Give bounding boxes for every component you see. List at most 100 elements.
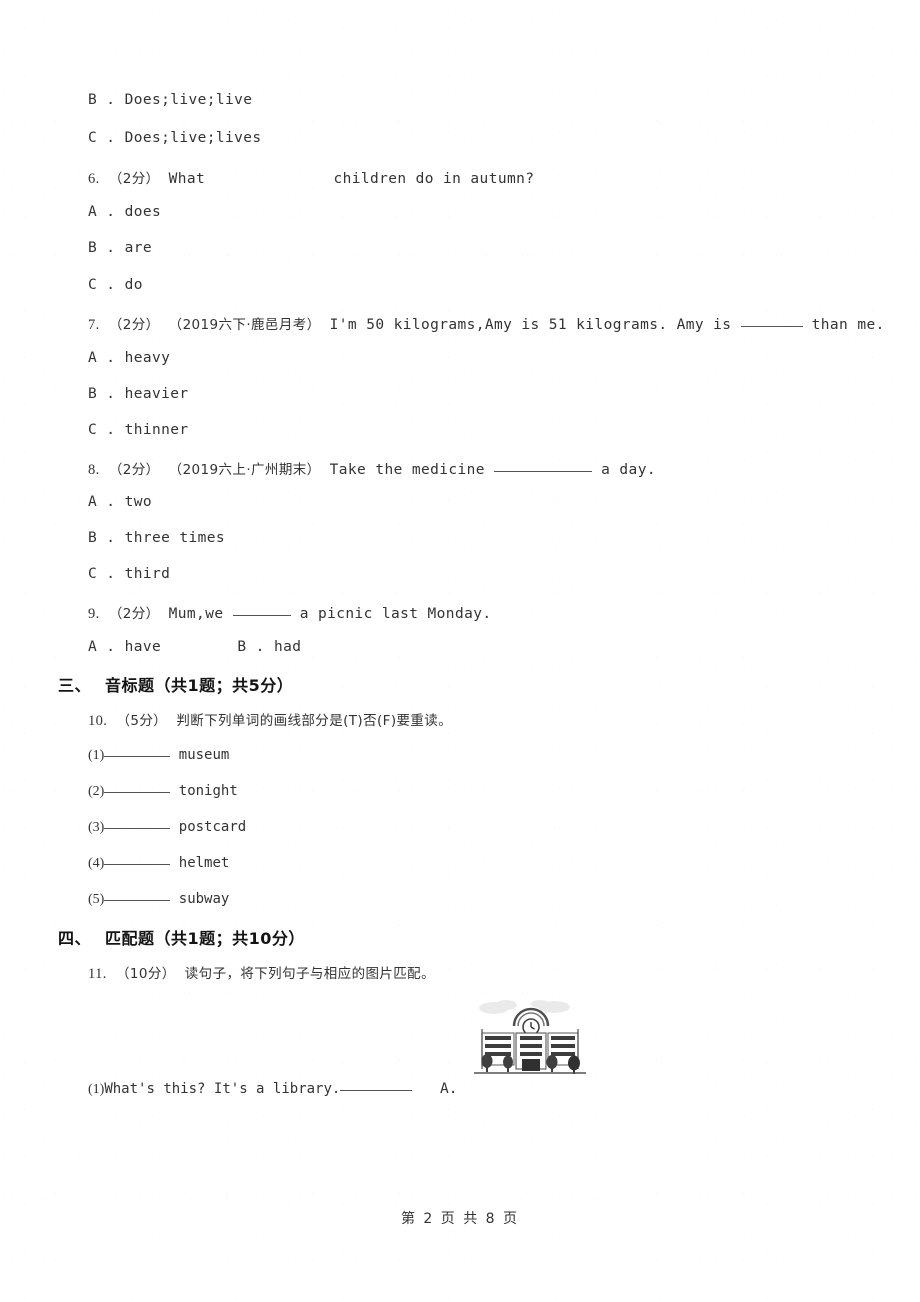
answer-blank xyxy=(740,326,803,327)
option-text: heavier xyxy=(124,386,189,402)
option-letter: C xyxy=(88,277,98,293)
page-footer: 第 2 页 共 8 页 xyxy=(400,1211,520,1227)
option-text: two xyxy=(124,494,152,510)
option-separator: . xyxy=(106,277,116,293)
list-item: (3) postcard xyxy=(88,819,246,836)
subitem-word: tonight xyxy=(178,783,238,799)
option-separator: . xyxy=(106,240,116,256)
question-text-before: Mum,we xyxy=(168,606,224,622)
section-index: 三、 xyxy=(58,676,92,695)
question-number: 11. xyxy=(88,966,107,982)
option-text: are xyxy=(124,240,152,256)
option-separator: . xyxy=(106,566,116,582)
subitem-index: (1) xyxy=(88,1082,105,1097)
question-number: 9. xyxy=(88,606,100,622)
section-heading-three: 三、 音标题（共1题；共5分） xyxy=(58,672,293,696)
option-separator: . xyxy=(255,639,265,655)
subitem-index: (1) xyxy=(88,748,105,763)
subitem-index: (3) xyxy=(88,820,105,835)
option-separator: . xyxy=(106,130,116,146)
option-row: C . Does;live;lives xyxy=(88,130,262,146)
question-stem: 10. （5分） 判断下列单词的画线部分是(T)否(F)要重读。 xyxy=(88,709,452,730)
option-letter: B xyxy=(88,92,98,108)
exam-paper-page: B . Does;live;live C . Does;live;lives 6… xyxy=(0,0,920,1302)
option-row: A . does xyxy=(88,204,161,220)
option-separator: . xyxy=(106,530,116,546)
option-row: B . Does;live;live xyxy=(88,92,252,108)
question-text-before: What xyxy=(168,171,206,187)
list-item: (5) subway xyxy=(88,891,229,908)
option-letter: A xyxy=(88,204,98,220)
question-source-ref: （2019六上·广州期末） xyxy=(168,462,321,478)
subitem-index: (5) xyxy=(88,892,105,907)
option-row: A . two xyxy=(88,494,152,510)
option-text: three times xyxy=(124,530,225,546)
list-item: (4) helmet xyxy=(88,855,229,872)
question-text-after: a day. xyxy=(601,462,656,478)
option-letter: B xyxy=(237,639,247,655)
library-building-illustration xyxy=(470,995,590,1081)
question-score: （2分） xyxy=(108,462,160,478)
section-title: 匹配题（共1题；共10分） xyxy=(105,929,305,948)
center-windows xyxy=(520,1036,542,1056)
option-letter: C xyxy=(88,566,98,582)
answer-blank xyxy=(104,900,171,901)
answer-blank xyxy=(340,1090,413,1091)
option-text: Does;live;live xyxy=(124,92,253,108)
option-row: C . do xyxy=(88,277,143,293)
option-row: B . are xyxy=(88,240,152,256)
library-building-svg xyxy=(470,995,590,1081)
option-text: third xyxy=(124,566,171,582)
right-windows xyxy=(551,1036,575,1056)
option-letter: C xyxy=(88,130,98,146)
option-separator: . xyxy=(106,494,116,510)
question-score: （2分） xyxy=(108,606,160,622)
answer-blank xyxy=(494,471,593,472)
option-text: does xyxy=(124,204,162,220)
option-letter: B xyxy=(88,240,98,256)
question-stem: 11. （10分） 读句子，将下列句子与相应的图片匹配。 xyxy=(88,962,435,983)
option-row: C . thinner xyxy=(88,422,188,438)
question-number: 10. xyxy=(88,713,108,729)
question-score: （5分） xyxy=(116,713,168,729)
question-score: （10分） xyxy=(115,966,176,982)
list-item: (1) museum xyxy=(88,747,229,764)
question-text-after: children do in autumn? xyxy=(333,171,535,187)
subitem-index: (4) xyxy=(88,856,105,871)
option-letter: A xyxy=(88,350,98,366)
option-row: C . third xyxy=(88,566,170,582)
option-text: heavy xyxy=(124,350,171,366)
picture-option-label: A. xyxy=(440,1081,458,1097)
question-text-after: a picnic last Monday. xyxy=(299,606,492,622)
entrance-door xyxy=(522,1059,540,1071)
subitem-word: postcard xyxy=(178,819,247,835)
question-text-before: Take the medicine xyxy=(329,462,485,478)
question-text-after: than me. xyxy=(811,317,885,333)
option-letter: A xyxy=(88,494,98,510)
question-source-ref: （2019六下·鹿邑月考） xyxy=(168,317,321,333)
left-windows xyxy=(485,1036,511,1056)
section-heading-four: 四、 匹配题（共1题；共10分） xyxy=(58,925,305,949)
option-text: had xyxy=(273,639,302,655)
question-text-before: I'm 50 kilograms,Amy is 51 kilograms. Am… xyxy=(329,317,732,333)
question-stem: 6. （2分） What children do in autumn? xyxy=(88,167,534,188)
match-sentence: What's this? It's a library. xyxy=(104,1081,341,1097)
option-text: do xyxy=(124,277,143,293)
list-item: (1)What's this? It's a library. xyxy=(88,1081,413,1098)
option-separator: . xyxy=(106,639,116,655)
subitem-word: helmet xyxy=(178,855,230,871)
option-row-inline: A . have B . had xyxy=(88,639,301,655)
section-title: 音标题（共1题；共5分） xyxy=(105,676,294,695)
question-score: （2分） xyxy=(108,317,160,333)
question-number: 8. xyxy=(88,462,100,478)
subitem-index: (2) xyxy=(88,784,105,799)
option-letter: B xyxy=(88,386,98,402)
option-row: B . heavier xyxy=(88,386,188,402)
subitem-word: museum xyxy=(178,747,230,763)
section-index: 四、 xyxy=(58,929,92,948)
question-number: 7. xyxy=(88,317,100,333)
question-prompt: 判断下列单词的画线部分是(T)否(F)要重读。 xyxy=(176,713,453,729)
answer-blank xyxy=(104,864,171,865)
question-prompt: 读句子，将下列句子与相应的图片匹配。 xyxy=(184,966,435,982)
question-stem: 8. （2分） （2019六上·广州期末） Take the medicine … xyxy=(88,458,656,479)
